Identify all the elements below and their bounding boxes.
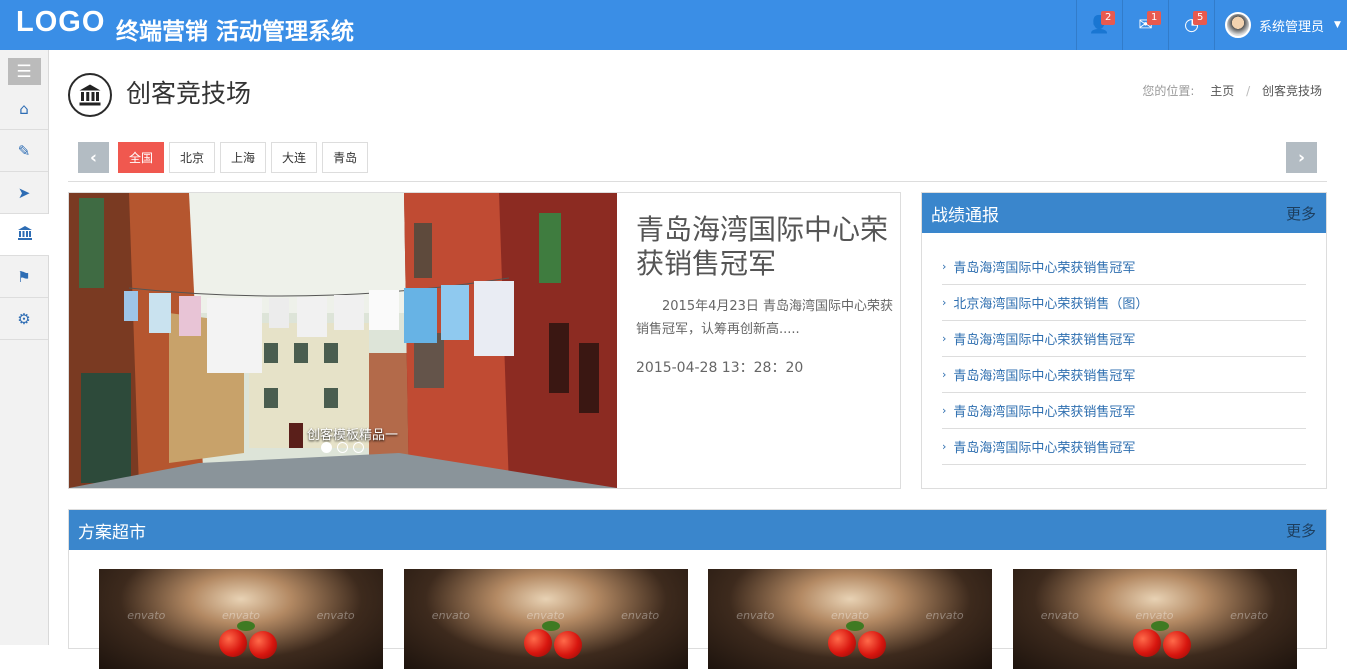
avatar (1225, 12, 1251, 38)
tasks-badge: 5 (1193, 11, 1208, 25)
prev-button[interactable]: ‹ (78, 142, 109, 173)
tab-city-all[interactable]: 全国 (118, 142, 165, 173)
plans-more-link[interactable]: 更多 (1286, 520, 1316, 541)
plans-panel: 方案超市 更多 envato envato envato envato envato e… (68, 509, 1327, 669)
carousel-image[interactable]: 创客模板精品一 (69, 193, 617, 488)
plan-card-image[interactable]: envato envato envato (403, 569, 688, 669)
carousel-indicators (321, 442, 369, 453)
plan-card-image[interactable]: envato envato envato (1012, 569, 1297, 669)
breadcrumb-separator: / (1246, 84, 1251, 98)
chevron-right-icon: › (942, 332, 947, 345)
sidebar-item-home[interactable]: ⌂ (0, 88, 48, 130)
user-menu[interactable]: 系统管理员 ▼ (1214, 0, 1347, 50)
plans-grid: envato envato envato envato envato envato en… (69, 550, 1326, 669)
sidebar-item-send[interactable]: ➤ (0, 172, 48, 214)
top-bar: LOGO 终端营销 活动管理系统 👤 2 ✉ 1 ◔ 5 系统管理员 ▼ (0, 0, 1347, 50)
plan-card-image[interactable]: envato envato envato (708, 569, 992, 669)
featured-carousel: 创客模板精品一 青岛海湾国际中心荣获销售冠军 2015年4月23日 青岛海湾国际… (68, 192, 901, 489)
chevron-left-icon: ‹ (89, 147, 97, 168)
user-name: 系统管理员 (1259, 19, 1325, 35)
sidebar: ☰ ⌂ ✎ ➤ ⚑ ⚙ (0, 50, 49, 645)
carousel-caption: 创客模板精品一 (307, 428, 399, 443)
sidebar-item-flag[interactable]: ⚑ (0, 256, 48, 298)
plan-card-image[interactable]: envato envato envato (99, 569, 383, 669)
list-item-text: 北京海湾国际中心荣获销售（图） (953, 297, 1149, 312)
reports-more-link[interactable]: 更多 (1286, 203, 1316, 224)
chevron-right-icon: › (942, 296, 947, 309)
page-bank-icon (68, 73, 112, 117)
next-button[interactable]: › (1286, 142, 1317, 173)
caret-down-icon: ▼ (1334, 20, 1341, 30)
tab-city-dalian[interactable]: 大连 (271, 142, 318, 173)
menu-icon: ☰ (7, 58, 41, 85)
city-filter: ‹ 全国 北京 上海 大连 青岛 › (68, 142, 1327, 182)
reports-panel: 战绩通报 更多 › 青岛海湾国际中心荣获销售冠军 › 北京海湾国际中心荣获销售（图）… (921, 192, 1327, 489)
list-item[interactable]: › 青岛海湾国际中心荣获销售冠军 (942, 393, 1306, 429)
sidebar-item-settings[interactable]: ⚙ (0, 298, 48, 340)
messages-badge: 1 (1147, 11, 1162, 25)
send-icon: ➤ (17, 183, 31, 202)
slide-info: 青岛海湾国际中心荣获销售冠军 2015年4月23日 青岛海湾国际中心荣获销售冠军… (636, 213, 898, 377)
chevron-right-icon: › (942, 260, 947, 273)
list-item-text: 青岛海湾国际中心荣获销售冠军 (953, 441, 1136, 456)
tab-city-shanghai[interactable]: 上海 (220, 142, 267, 173)
chevron-right-icon: › (942, 440, 947, 453)
notification-user-button[interactable]: 👤 2 (1076, 0, 1122, 50)
reports-list: › 青岛海湾国际中心荣获销售冠军 › 北京海湾国际中心荣获销售（图） › 青岛海湾国际… (922, 233, 1326, 465)
messages-button[interactable]: ✉ 1 (1122, 0, 1168, 50)
list-item[interactable]: › 青岛海湾国际中心荣获销售冠军 (942, 249, 1306, 285)
carousel-dot[interactable] (353, 442, 364, 453)
list-item[interactable]: › 青岛海湾国际中心荣获销售冠军 (942, 321, 1306, 357)
flag-icon: ⚑ (17, 267, 31, 286)
carousel-dot[interactable] (337, 442, 348, 453)
watermark: envato envato envato (431, 609, 660, 622)
home-icon: ⌂ (19, 99, 29, 118)
chevron-right-icon: › (942, 368, 947, 381)
tab-city-beijing[interactable]: 北京 (169, 142, 216, 173)
gear-icon: ⚙ (17, 309, 31, 328)
list-item-text: 青岛海湾国际中心荣获销售冠军 (953, 261, 1136, 276)
breadcrumb-label: 您的位置: (1142, 84, 1195, 98)
list-item[interactable]: › 北京海湾国际中心荣获销售（图） (942, 285, 1306, 321)
watermark: envato envato envato (736, 609, 964, 622)
carousel-dot[interactable] (321, 442, 332, 453)
chevron-right-icon: › (942, 404, 947, 417)
slide-description: 2015年4月23日 青岛海湾国际中心荣获销售冠军，认筹再创新高..... (636, 299, 894, 337)
list-item-text: 青岛海湾国际中心荣获销售冠军 (953, 405, 1136, 420)
watermark: envato envato envato (127, 609, 355, 622)
list-item-text: 青岛海湾国际中心荣获销售冠军 (953, 333, 1136, 348)
watermark: envato envato envato (1040, 609, 1269, 622)
app-title: 终端营销 活动管理系统 (116, 19, 355, 45)
page-title: 创客竞技场 (126, 79, 252, 108)
breadcrumb-current: 创客竞技场 (1261, 84, 1322, 98)
plans-header: 方案超市 更多 (69, 510, 1326, 550)
tab-city-qingdao[interactable]: 青岛 (322, 142, 369, 173)
reports-header: 战绩通报 更多 (922, 193, 1326, 233)
slide-date: 2015-04-28 13：28：20 (636, 360, 804, 376)
logo[interactable]: LOGO (16, 6, 105, 39)
city-tabs: 全国 北京 上海 大连 青岛 (118, 142, 373, 173)
bank-icon (17, 225, 33, 245)
list-item-text: 青岛海湾国际中心荣获销售冠军 (953, 369, 1136, 384)
breadcrumb: 您的位置: 主页 / 创客竞技场 (1142, 82, 1322, 99)
top-actions: 👤 2 ✉ 1 ◔ 5 系统管理员 ▼ (1076, 0, 1347, 50)
sidebar-toggle[interactable]: ☰ (0, 55, 48, 88)
sidebar-item-arena[interactable] (0, 214, 49, 256)
list-item[interactable]: › 青岛海湾国际中心荣获销售冠军 (942, 429, 1306, 465)
plans-title: 方案超市 (78, 522, 146, 543)
tasks-button[interactable]: ◔ 5 (1168, 0, 1214, 50)
reports-title: 战绩通报 (931, 205, 999, 226)
breadcrumb-home-link[interactable]: 主页 (1210, 84, 1234, 98)
chevron-right-icon: › (1297, 147, 1305, 168)
slide-title[interactable]: 青岛海湾国际中心荣获销售冠军 (636, 213, 898, 281)
notification-badge: 2 (1101, 11, 1116, 25)
sidebar-item-edit[interactable]: ✎ (0, 130, 48, 172)
edit-icon: ✎ (17, 141, 31, 160)
list-item[interactable]: › 青岛海湾国际中心荣获销售冠军 (942, 357, 1306, 393)
